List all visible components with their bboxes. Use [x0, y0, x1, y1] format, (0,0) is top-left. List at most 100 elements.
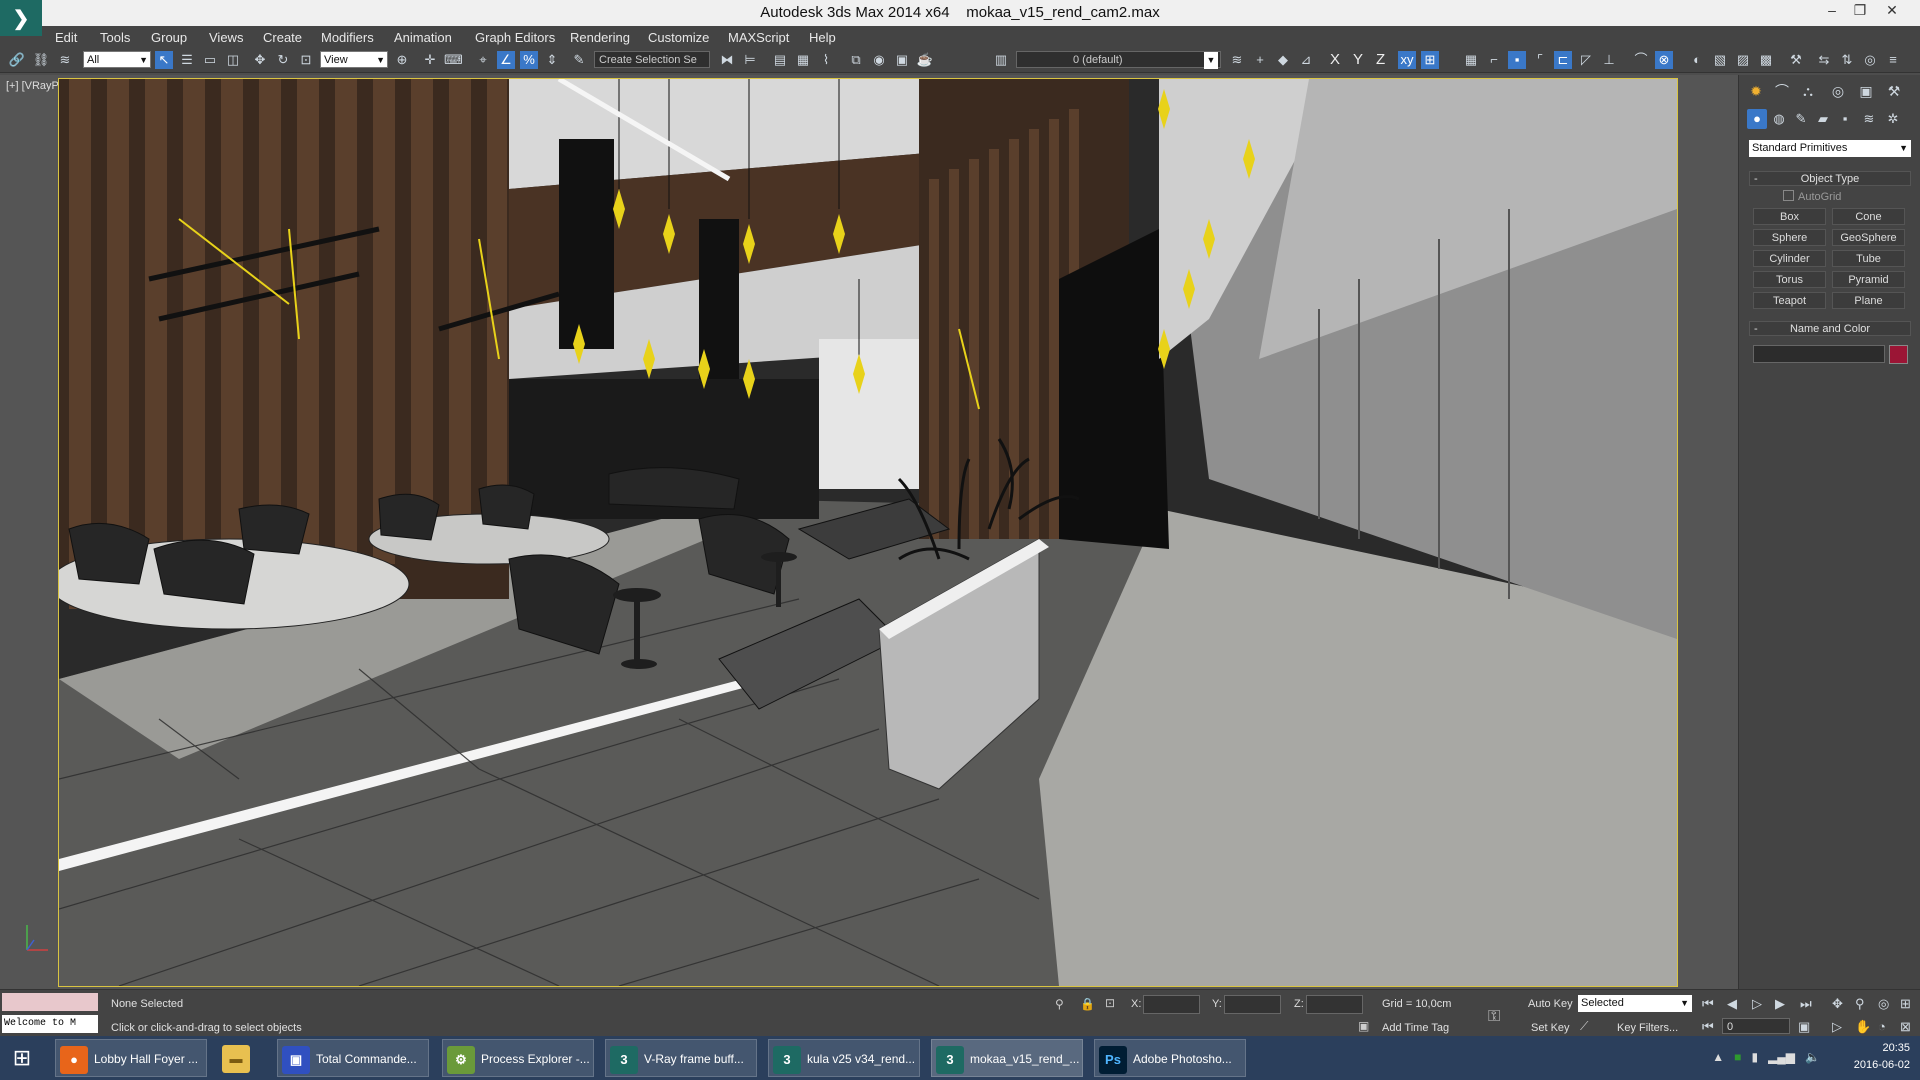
app-tray-icon[interactable]: ■ — [1734, 1050, 1741, 1064]
edit-named-selection-icon[interactable]: ✎ — [570, 51, 588, 69]
maxscript-listener-output[interactable]: Welcome to M — [2, 1015, 98, 1033]
activeshade-icon[interactable]: ▩ — [1757, 51, 1775, 69]
object-type-rollout[interactable]: - Object Type — [1749, 171, 1911, 186]
create-layer-icon[interactable]: ≋ — [1228, 51, 1246, 69]
key-filters-button[interactable]: Key Filters... — [1617, 1022, 1678, 1034]
time-configuration-icon[interactable]: ▣ — [1798, 1019, 1810, 1035]
isolate-selection-icon[interactable]: ⚲ — [1055, 997, 1064, 1011]
goto-start-icon[interactable]: ⏮ — [1702, 996, 1714, 1012]
unlink-icon[interactable]: ⛓ — [32, 51, 50, 69]
auto-key-button[interactable]: Auto Key — [1528, 998, 1573, 1010]
set-key-button[interactable]: Set Key — [1531, 1022, 1570, 1034]
taskbar-item-explorer[interactable]: ▬ — [218, 1039, 266, 1077]
axis-x-button[interactable]: X — [1330, 51, 1340, 68]
select-in-layer-icon[interactable]: ◆ — [1274, 51, 1292, 69]
absolute-mode-icon[interactable]: ⊡ — [1105, 996, 1115, 1010]
axis-y-button[interactable]: Y — [1353, 51, 1363, 68]
render-last-icon[interactable]: ▧ — [1711, 51, 1729, 69]
menu-edit[interactable]: Edit — [55, 30, 77, 45]
next-frame-icon[interactable]: ▶︎ — [1775, 996, 1785, 1012]
teapot-button[interactable]: Teapot — [1753, 292, 1826, 309]
spinner-snap-icon[interactable]: ⇕ — [543, 51, 561, 69]
add-time-tag-button[interactable]: Add Time Tag — [1382, 1022, 1449, 1034]
taskbar-item-process-explorer[interactable]: ⚙ Process Explorer -... — [442, 1039, 594, 1077]
display-tab-icon[interactable]: ▣ — [1855, 81, 1877, 101]
layer-toolbar-icon[interactable]: ▥ — [992, 51, 1010, 69]
key-mode-dropdown[interactable]: Selected ▼ — [1578, 995, 1692, 1012]
show-hidden-icons-icon[interactable]: ▲ — [1712, 1050, 1724, 1064]
render-production-icon[interactable]: ☕ — [916, 51, 934, 69]
select-by-name-icon[interactable]: ☰ — [178, 51, 196, 69]
previous-frame-icon[interactable]: ◀︎ — [1727, 996, 1737, 1012]
axis-z-button[interactable]: Z — [1376, 51, 1385, 68]
field-of-view-icon[interactable]: ◎ — [1878, 996, 1889, 1012]
taskbar-item-kula[interactable]: 3 kula v25 v34_rend... — [768, 1039, 920, 1077]
hierarchy-tab-icon[interactable]: ⛬ — [1797, 81, 1819, 101]
key-icon[interactable]: ⚿ — [1488, 1008, 1500, 1026]
axis-xy-icon[interactable]: xy — [1398, 51, 1416, 69]
menu-views[interactable]: Views — [209, 30, 243, 45]
clock[interactable]: 20:35 2016-06-02 — [1854, 1040, 1910, 1074]
motion-tab-icon[interactable]: ◎ — [1827, 81, 1849, 101]
signal-icon[interactable]: ▂▄▆ — [1768, 1050, 1795, 1064]
tube-button[interactable]: Tube — [1832, 250, 1905, 267]
lights-icon[interactable]: ✎ — [1791, 109, 1811, 129]
create-tab-icon[interactable]: ✹ — [1745, 81, 1767, 101]
network-icon[interactable]: ▮ — [1751, 1050, 1758, 1064]
snaps-toggle-icon[interactable]: ⌖ — [474, 51, 492, 69]
taskbar-item-vray-frame-buffer[interactable]: 3 V-Ray frame buff... — [605, 1039, 757, 1077]
dolly-camera-icon[interactable]: ▷ — [1832, 1019, 1842, 1035]
named-selection-set-field[interactable]: Create Selection Se — [594, 51, 710, 68]
mirror-icon[interactable]: ⧓ — [718, 51, 736, 69]
windows-start-icon[interactable]: ⊞ — [8, 1044, 36, 1072]
menu-help[interactable]: Help — [809, 30, 836, 45]
min-max-toggle-icon[interactable]: ⊠ — [1900, 1019, 1911, 1035]
menu-graph-editors[interactable]: Graph Editors — [475, 30, 555, 45]
geosphere-button[interactable]: GeoSphere — [1832, 229, 1905, 246]
z-coord-field[interactable] — [1306, 995, 1363, 1014]
torus-button[interactable]: Torus — [1753, 271, 1826, 288]
menu-maxscript[interactable]: MAXScript — [728, 30, 789, 45]
percent-snap-icon[interactable]: % — [520, 51, 538, 69]
isolate-icon[interactable]: ◎ — [1861, 51, 1879, 69]
play-icon[interactable]: ▷ — [1752, 996, 1762, 1012]
snap-endpoint-icon[interactable]: ⌜ — [1531, 51, 1549, 69]
selection-lock-icon[interactable]: 🔒 — [1080, 997, 1095, 1011]
menu-group[interactable]: Group — [151, 30, 187, 45]
menu-customize[interactable]: Customize — [648, 30, 709, 45]
layer-dropdown[interactable]: 0 (default) ▼ — [1016, 51, 1221, 69]
track-view-icon[interactable]: ⇆ — [1815, 51, 1833, 69]
render-setup-icon[interactable]: ▣ — [893, 51, 911, 69]
key-mode-toggle-icon[interactable]: ⏮ — [1702, 1019, 1714, 1035]
name-and-color-rollout[interactable]: - Name and Color — [1749, 321, 1911, 336]
snap-grid-icon[interactable]: ▦ — [1462, 51, 1480, 69]
minimize-button[interactable]: – — [1818, 2, 1846, 22]
set-current-layer-icon[interactable]: ⊿ — [1297, 51, 1315, 69]
object-color-swatch[interactable] — [1889, 345, 1908, 364]
add-to-layer-icon[interactable]: + — [1251, 51, 1269, 69]
volume-icon[interactable]: 🔈 — [1805, 1050, 1820, 1064]
layer-manager-icon[interactable]: ▤ — [771, 51, 789, 69]
object-name-field[interactable] — [1753, 345, 1885, 363]
systems-icon[interactable]: ✲ — [1883, 109, 1903, 129]
goto-end-icon[interactable]: ⏭ — [1800, 996, 1812, 1012]
restore-button[interactable]: ❐ — [1846, 2, 1874, 22]
keyboard-shortcut-override-icon[interactable]: ⌨ — [444, 51, 463, 69]
menu-rendering[interactable]: Rendering — [570, 30, 630, 45]
pan-view-icon[interactable]: ✥ — [1832, 996, 1843, 1012]
selection-filter-dropdown[interactable]: All ▼ — [83, 51, 151, 68]
select-object-icon[interactable]: ↖ — [155, 51, 173, 69]
menu-animation[interactable]: Animation — [394, 30, 452, 45]
link-icon[interactable]: 🔗 — [8, 51, 26, 69]
pyramid-button[interactable]: Pyramid — [1832, 271, 1905, 288]
snap-perpendicular-icon[interactable]: ⊥ — [1600, 51, 1618, 69]
y-coord-field[interactable] — [1224, 995, 1281, 1014]
camera-viewport[interactable] — [58, 78, 1678, 987]
utilities-tab-icon[interactable]: ⚒ — [1883, 81, 1905, 101]
geometry-icon[interactable]: ● — [1747, 109, 1767, 129]
x-coord-field[interactable] — [1143, 995, 1200, 1014]
maximize-viewport-icon[interactable]: ⊞ — [1900, 996, 1911, 1012]
snap-tangent-icon[interactable]: ⌒ — [1632, 51, 1650, 69]
menu-create[interactable]: Create — [263, 30, 302, 45]
roll-camera-icon[interactable]: ◔ — [1878, 1019, 1886, 1034]
